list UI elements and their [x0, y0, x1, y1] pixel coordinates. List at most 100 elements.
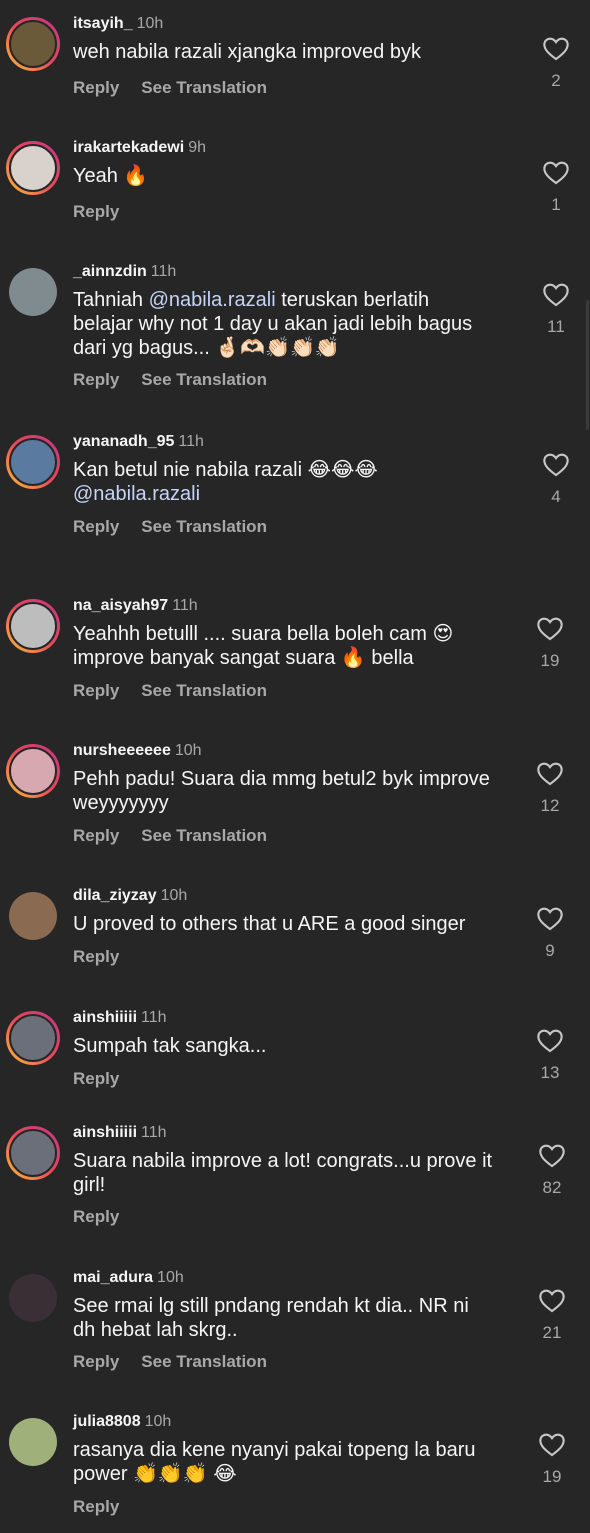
reply-button[interactable]: Reply — [73, 1069, 119, 1088]
comment-actions: Reply — [73, 1069, 141, 1089]
comment-text-part: Kan betul nie nabila razali 😂😂😂 — [73, 459, 378, 481]
reply-button[interactable]: Reply — [73, 1207, 119, 1226]
like-count: 13 — [540, 1063, 560, 1082]
like-control: 4 — [540, 451, 572, 507]
reply-button[interactable]: Reply — [73, 202, 119, 221]
avatar[interactable] — [6, 435, 60, 489]
comment-text: Suara nabila improve a lot! congrats...u… — [73, 1150, 493, 1196]
reply-button[interactable]: Reply — [73, 78, 119, 97]
reply-button[interactable]: Reply — [73, 1497, 119, 1516]
heart-icon[interactable] — [536, 760, 564, 786]
like-control: 12 — [534, 760, 566, 816]
avatar[interactable] — [6, 141, 60, 195]
comment-text: rasanya dia kene nyanyi pakai topeng la … — [73, 1439, 476, 1485]
like-count: 19 — [542, 1467, 562, 1486]
avatar[interactable] — [6, 744, 60, 798]
heart-icon[interactable] — [542, 35, 570, 61]
heart-icon[interactable] — [536, 905, 564, 931]
comment-meta: ainshiiiii 11h — [73, 1009, 167, 1027]
avatar[interactable] — [6, 17, 60, 71]
timestamp: 11h — [150, 263, 177, 280]
username[interactable]: dila_ziyzay — [73, 887, 157, 904]
timestamp: 10h — [136, 15, 164, 32]
reply-button[interactable]: Reply — [73, 826, 119, 845]
username[interactable]: ainshiiiii — [73, 1124, 137, 1141]
see-translation-button[interactable]: See Translation — [141, 1352, 267, 1371]
comment-text: Tahniah @nabila.razali teruskan berlatih… — [73, 288, 513, 360]
avatar[interactable] — [6, 1271, 60, 1325]
reply-button[interactable]: Reply — [73, 681, 119, 700]
comment-meta: _ainnzdin 11h — [73, 263, 176, 281]
comment-actions: Reply See Translation — [73, 1352, 289, 1372]
comment-text: Kan betul nie nabila razali 😂😂😂 @nabila.r… — [73, 458, 513, 506]
like-control: 1 — [540, 159, 572, 215]
reply-button[interactable]: Reply — [73, 370, 119, 389]
see-translation-button[interactable]: See Translation — [141, 681, 267, 700]
like-count: 82 — [542, 1178, 562, 1197]
see-translation-button[interactable]: See Translation — [141, 517, 267, 536]
like-count: 11 — [547, 317, 565, 336]
heart-icon[interactable] — [536, 615, 564, 641]
like-control: 19 — [536, 1431, 568, 1487]
heart-icon[interactable] — [536, 1027, 564, 1053]
timestamp: 10h — [144, 1413, 172, 1430]
comment-actions: Reply — [73, 202, 141, 222]
heart-icon[interactable] — [542, 281, 570, 307]
timestamp: 11h — [141, 1009, 167, 1026]
avatar[interactable] — [6, 599, 60, 653]
like-count: 21 — [542, 1323, 562, 1342]
avatar[interactable] — [6, 265, 60, 319]
see-translation-button[interactable]: See Translation — [141, 826, 267, 845]
like-control: 82 — [536, 1142, 568, 1198]
mention-link[interactable]: @nabila.razali — [73, 483, 200, 505]
comment-text: Sumpah tak sangka... — [73, 1035, 267, 1057]
reply-button[interactable]: Reply — [73, 1352, 119, 1371]
like-count: 9 — [545, 941, 555, 960]
mention-link[interactable]: @nabila.razali — [149, 289, 276, 311]
username[interactable]: mai_adura — [73, 1269, 153, 1286]
comment-meta: irakartekadewi 9h — [73, 139, 206, 157]
username[interactable]: itsayih_ — [73, 15, 133, 32]
comment-text: See rmai lg still pndang rendah kt dia..… — [73, 1295, 469, 1341]
avatar[interactable] — [6, 1011, 60, 1065]
timestamp: 10h — [160, 887, 188, 904]
username[interactable]: _ainnzdin — [73, 263, 147, 280]
like-count: 2 — [551, 71, 561, 90]
scrollbar[interactable] — [586, 300, 589, 430]
like-control: 21 — [536, 1287, 568, 1343]
comment-actions: Reply See Translation — [73, 826, 289, 846]
timestamp: 10h — [157, 1269, 184, 1286]
avatar[interactable] — [6, 1126, 60, 1180]
heart-icon[interactable] — [538, 1142, 566, 1168]
comment-meta: nursheeeeee 10h — [73, 742, 202, 760]
username[interactable]: nursheeeeee — [73, 742, 171, 759]
heart-icon[interactable] — [542, 159, 570, 185]
like-count: 12 — [540, 796, 560, 815]
heart-icon[interactable] — [538, 1287, 566, 1313]
comment-actions: Reply See Translation — [73, 681, 289, 701]
see-translation-button[interactable]: See Translation — [141, 78, 267, 97]
comment-text: Pehh padu! Suara dia mmg betul2 byk impr… — [73, 768, 490, 814]
reply-button[interactable]: Reply — [73, 517, 119, 536]
username[interactable]: julia8808 — [73, 1413, 141, 1430]
see-translation-button[interactable]: See Translation — [141, 370, 267, 389]
heart-icon[interactable] — [538, 1431, 566, 1457]
reply-button[interactable]: Reply — [73, 947, 119, 966]
comment-text: weh nabila razali xjangka improved byk — [73, 41, 421, 63]
comment-meta: mai_adura 10h — [73, 1269, 184, 1287]
avatar[interactable] — [6, 889, 60, 943]
like-count: 4 — [551, 487, 561, 506]
timestamp: 10h — [174, 742, 202, 759]
comment-actions: Reply See Translation — [73, 517, 289, 537]
username[interactable]: ainshiiiii — [73, 1009, 137, 1026]
heart-icon[interactable] — [542, 451, 570, 477]
comment-actions: Reply — [73, 947, 141, 967]
like-control: 13 — [534, 1027, 566, 1083]
username[interactable]: na_aisyah97 — [73, 597, 168, 614]
like-control: 2 — [540, 35, 572, 91]
comment-actions: Reply See Translation — [73, 78, 289, 98]
timestamp: 9h — [188, 139, 206, 156]
username[interactable]: yananadh_95 — [73, 433, 174, 450]
avatar[interactable] — [6, 1415, 60, 1469]
username[interactable]: irakartekadewi — [73, 139, 184, 156]
